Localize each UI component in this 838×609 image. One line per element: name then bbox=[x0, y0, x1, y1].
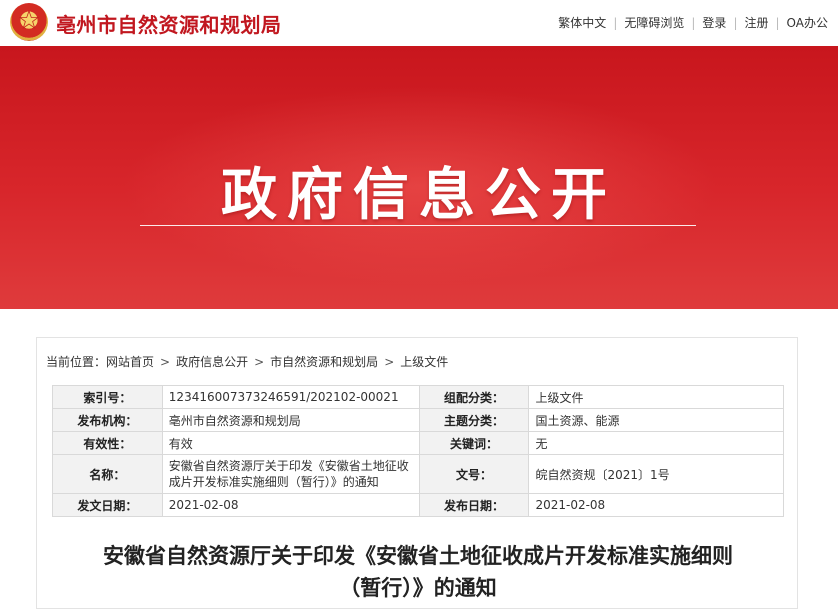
publish-date-value: 2021-02-08 bbox=[528, 493, 784, 517]
table-row: 发文日期： 2021-02-08 发布日期： 2021-02-08 bbox=[52, 493, 784, 517]
document-title: 安徽省自然资源厅关于印发《安徽省土地征收成片开发标准实施细则 （暂行）》的通知 bbox=[52, 540, 784, 604]
issue-date-label: 发文日期： bbox=[52, 493, 163, 517]
topic-value: 国土资源、能源 bbox=[528, 408, 784, 432]
publisher-label: 发布机构： bbox=[52, 408, 163, 432]
banner: 政府信息公开 bbox=[0, 46, 838, 309]
index-number-value: 123416007373246591/202102-00021 bbox=[161, 385, 420, 409]
link-divider: | bbox=[691, 15, 696, 30]
name-label: 名称： bbox=[52, 454, 163, 494]
top-links: 繁体中文 | 无障碍浏览 | 登录 | 注册 | OA办公 bbox=[558, 14, 828, 31]
link-divider: | bbox=[733, 15, 738, 30]
document-title-line: （暂行）》的通知 bbox=[339, 576, 497, 600]
accessibility-link[interactable]: 无障碍浏览 bbox=[624, 14, 684, 31]
keywords-label: 关键词： bbox=[418, 431, 530, 455]
name-value: 安徽省自然资源厅关于印发《安徽省土地征收成片开发标准实施细则（暂行）》的通知 bbox=[161, 454, 420, 494]
banner-divider bbox=[140, 225, 696, 226]
breadcrumb: 当前位置： 网站首页 > 政府信息公开 > 市自然资源和规划局 > 上级文件 bbox=[46, 353, 448, 370]
validity-value: 有效 bbox=[161, 431, 420, 455]
breadcrumb-gov-info[interactable]: 政府信息公开 bbox=[176, 353, 248, 370]
link-divider: | bbox=[775, 15, 780, 30]
oa-office-link[interactable]: OA办公 bbox=[787, 14, 828, 31]
traditional-chinese-link[interactable]: 繁体中文 bbox=[558, 14, 606, 31]
topic-label: 主题分类： bbox=[418, 408, 530, 432]
breadcrumb-separator: > bbox=[254, 354, 265, 369]
publish-date-label: 发布日期： bbox=[418, 493, 530, 517]
national-emblem-icon[interactable] bbox=[10, 3, 48, 41]
document-meta-table: 索引号： 123416007373246591/202102-00021 组配分… bbox=[52, 385, 784, 517]
category-value: 上级文件 bbox=[528, 385, 784, 409]
breadcrumb-home[interactable]: 网站首页 bbox=[106, 353, 154, 370]
validity-label: 有效性： bbox=[52, 431, 163, 455]
table-row: 名称： 安徽省自然资源厅关于印发《安徽省土地征收成片开发标准实施细则（暂行）》的… bbox=[52, 454, 784, 494]
keywords-value: 无 bbox=[528, 431, 784, 455]
login-link[interactable]: 登录 bbox=[702, 14, 726, 31]
breadcrumb-separator: > bbox=[384, 354, 395, 369]
site-title[interactable]: 亳州市自然资源和规划局 bbox=[56, 9, 282, 38]
document-title-line: 安徽省自然资源厅关于印发《安徽省土地征收成片开发标准实施细则 bbox=[103, 544, 733, 568]
banner-title: 政府信息公开 bbox=[221, 163, 617, 228]
table-row: 发布机构： 亳州市自然资源和规划局 主题分类： 国土资源、能源 bbox=[52, 408, 784, 432]
register-link[interactable]: 注册 bbox=[744, 14, 768, 31]
table-row: 有效性： 有效 关键词： 无 bbox=[52, 431, 784, 455]
issue-date-value: 2021-02-08 bbox=[161, 493, 420, 517]
index-number-label: 索引号： bbox=[52, 385, 163, 409]
doc-number-value: 皖自然资规〔2021〕1号 bbox=[528, 454, 784, 494]
breadcrumb-separator: > bbox=[160, 354, 171, 369]
category-label: 组配分类： bbox=[418, 385, 530, 409]
table-row: 索引号： 123416007373246591/202102-00021 组配分… bbox=[52, 385, 784, 409]
top-header: 亳州市自然资源和规划局 繁体中文 | 无障碍浏览 | 登录 | 注册 | OA办… bbox=[0, 0, 838, 46]
doc-number-label: 文号： bbox=[418, 454, 530, 494]
breadcrumb-superior-docs[interactable]: 上级文件 bbox=[400, 353, 448, 370]
breadcrumb-bureau[interactable]: 市自然资源和规划局 bbox=[270, 353, 378, 370]
link-divider: | bbox=[613, 15, 618, 30]
publisher-value: 亳州市自然资源和规划局 bbox=[161, 408, 420, 432]
breadcrumb-prefix: 当前位置： bbox=[46, 355, 107, 369]
